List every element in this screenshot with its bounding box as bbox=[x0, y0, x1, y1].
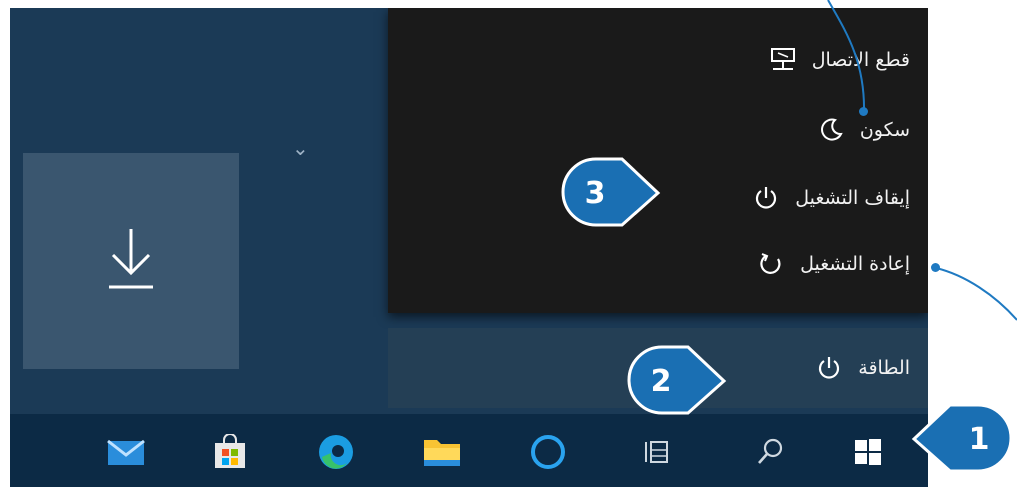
callout-2: 2 bbox=[627, 345, 727, 415]
annotation-dot bbox=[859, 107, 868, 116]
callout-number: 2 bbox=[650, 363, 672, 399]
annotation-dot bbox=[931, 263, 940, 272]
callout-number: 3 bbox=[584, 175, 606, 211]
callout-number: 1 bbox=[968, 421, 990, 457]
callout-1: 1 bbox=[911, 403, 1012, 473]
callout-3: 3 bbox=[561, 157, 661, 227]
annotation-lines bbox=[827, 0, 1017, 321]
